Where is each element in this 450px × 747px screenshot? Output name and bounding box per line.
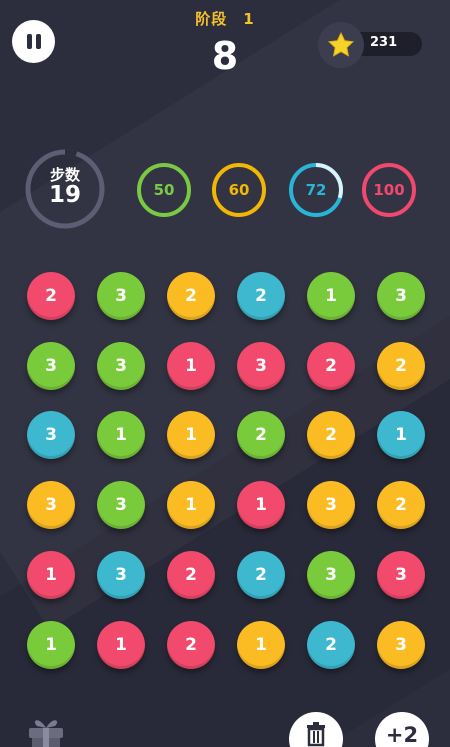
gift-button[interactable]	[25, 712, 67, 747]
gift-icon	[29, 720, 63, 747]
goal-target: 100	[361, 162, 417, 218]
board-dot[interactable]: 2	[307, 621, 355, 669]
board-dot[interactable]: 1	[27, 621, 75, 669]
board-dot[interactable]: 2	[167, 551, 215, 599]
board-dot[interactable]: 3	[307, 481, 355, 529]
stage-indicator: 阶段 1	[0, 8, 450, 29]
board-dot[interactable]: 1	[237, 481, 285, 529]
goal-value: 72	[305, 181, 327, 199]
stage-value: 1	[243, 10, 255, 28]
goal-target: 72	[288, 162, 344, 218]
goal-target: 60	[211, 162, 267, 218]
trash-icon	[307, 722, 325, 747]
board-dot[interactable]: 3	[97, 481, 145, 529]
board-dot[interactable]: 3	[97, 551, 145, 599]
board-dot[interactable]: 2	[377, 342, 425, 390]
board-dot[interactable]: 3	[97, 272, 145, 320]
goal-target: 50	[136, 162, 192, 218]
star-icon	[328, 31, 354, 57]
board-dot[interactable]: 2	[377, 481, 425, 529]
board-dot[interactable]: 2	[307, 342, 355, 390]
moves-value: 19	[48, 182, 81, 208]
board-dot[interactable]: 2	[237, 411, 285, 459]
board-dot[interactable]: 1	[237, 621, 285, 669]
board-dot[interactable]: 3	[377, 621, 425, 669]
board-dot[interactable]: 1	[97, 411, 145, 459]
board-dot[interactable]: 2	[237, 272, 285, 320]
board-dot[interactable]: 3	[307, 551, 355, 599]
goal-value: 50	[153, 181, 175, 199]
goal-value: 60	[228, 181, 250, 199]
board-dot[interactable]: 3	[27, 342, 75, 390]
board-dot[interactable]: 1	[167, 411, 215, 459]
board-dot[interactable]: 1	[167, 481, 215, 529]
goal-value: 100	[373, 181, 405, 199]
board-dot[interactable]: 1	[167, 342, 215, 390]
board-dot[interactable]: 2	[167, 272, 215, 320]
board-dot[interactable]: 1	[377, 411, 425, 459]
board-dot[interactable]: 2	[27, 272, 75, 320]
board-dot[interactable]: 2	[307, 411, 355, 459]
board-dot[interactable]: 2	[167, 621, 215, 669]
board-dot[interactable]: 1	[307, 272, 355, 320]
board-dot[interactable]: 2	[237, 551, 285, 599]
board-dot[interactable]: 3	[27, 481, 75, 529]
stage-label: 阶段	[195, 10, 228, 28]
extra-moves-label: +2	[385, 723, 419, 747]
board-dot[interactable]: 1	[97, 621, 145, 669]
board-dot[interactable]: 3	[27, 411, 75, 459]
star-count: 231	[370, 35, 398, 50]
board-dot[interactable]: 3	[377, 272, 425, 320]
star-badge	[318, 22, 364, 68]
board-dot[interactable]: 3	[97, 342, 145, 390]
board-dot[interactable]: 3	[237, 342, 285, 390]
board-dot[interactable]: 1	[27, 551, 75, 599]
board-dot[interactable]: 3	[377, 551, 425, 599]
moves-counter: 步数 19	[24, 148, 106, 230]
